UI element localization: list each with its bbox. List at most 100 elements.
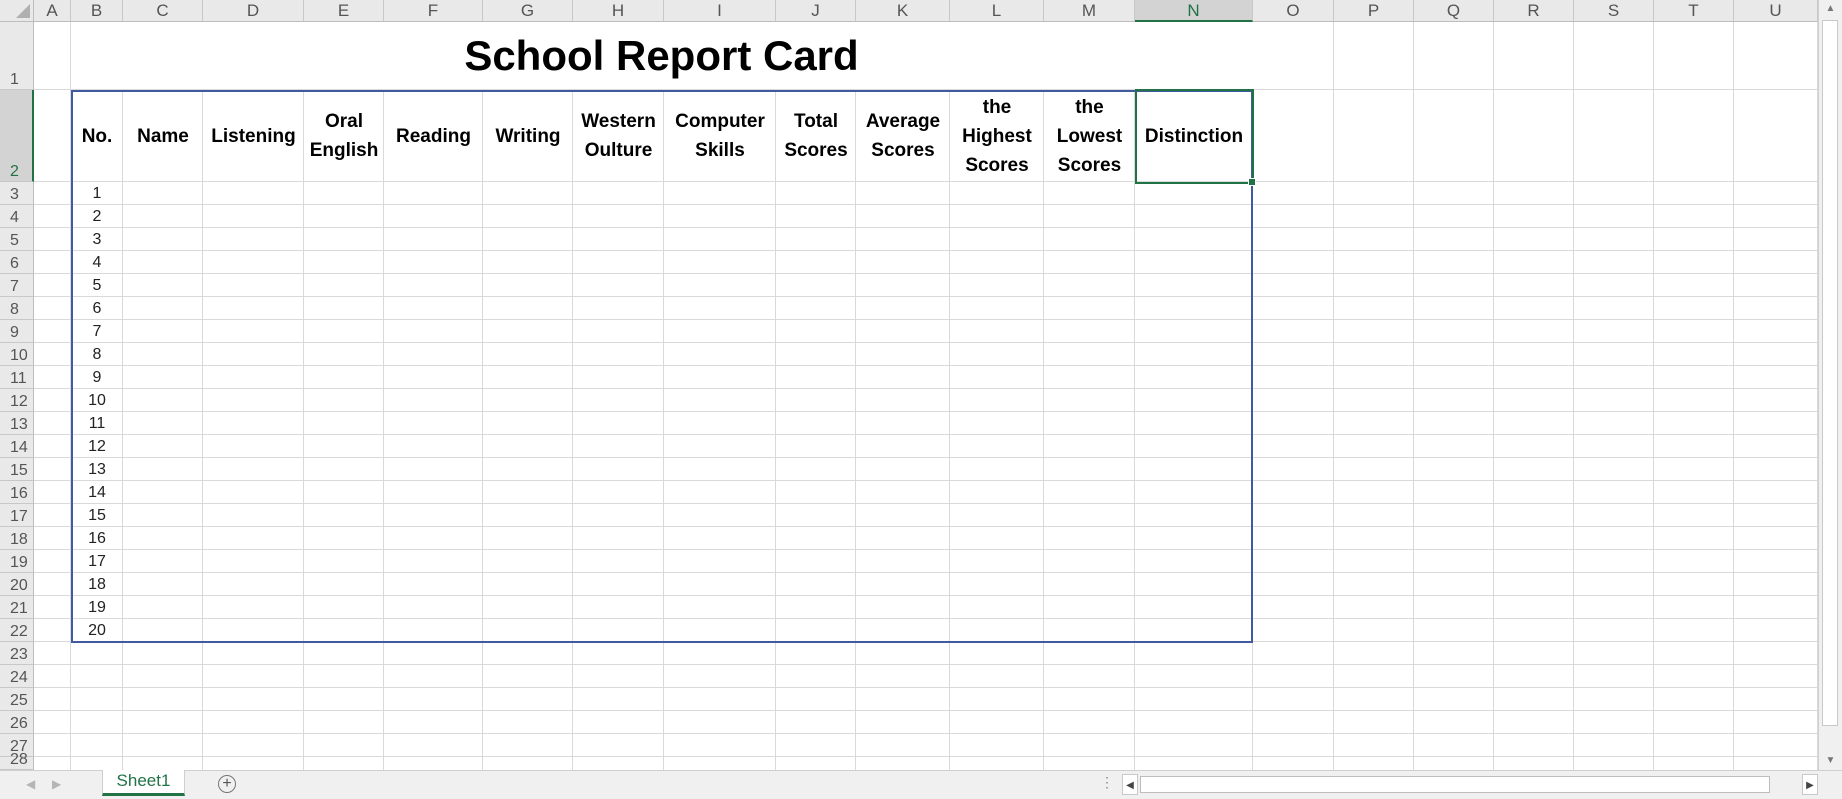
- splitter-handle-icon[interactable]: ⋮: [1100, 774, 1114, 791]
- row-header-23[interactable]: 23: [0, 642, 34, 665]
- column-header-e[interactable]: E: [304, 0, 384, 22]
- row-header-label: 16: [10, 485, 28, 502]
- header-cell-n[interactable]: Distinction: [1135, 90, 1253, 182]
- row-header-14[interactable]: 14: [0, 435, 34, 458]
- column-header-l[interactable]: L: [950, 0, 1044, 22]
- column-header-j[interactable]: J: [776, 0, 856, 22]
- scroll-down-icon[interactable]: ▼: [1819, 752, 1842, 770]
- number-cell[interactable]: 13: [71, 458, 123, 481]
- header-cell-e[interactable]: Oral English: [304, 90, 384, 182]
- number-cell[interactable]: 6: [71, 297, 123, 320]
- row-header-9[interactable]: 9: [0, 320, 34, 343]
- column-header-f[interactable]: F: [384, 0, 483, 22]
- header-cell-l[interactable]: the Highest Scores: [950, 90, 1044, 182]
- number-cell[interactable]: 20: [71, 619, 123, 642]
- column-header-p[interactable]: P: [1334, 0, 1414, 22]
- column-header-u[interactable]: U: [1734, 0, 1818, 22]
- column-header-o[interactable]: O: [1253, 0, 1334, 22]
- row-header-21[interactable]: 21: [0, 596, 34, 619]
- row-header-11[interactable]: 11: [0, 366, 34, 389]
- row-header-17[interactable]: 17: [0, 504, 34, 527]
- row-header-19[interactable]: 19: [0, 550, 34, 573]
- scroll-right-icon[interactable]: ▶: [1802, 774, 1818, 795]
- number-cell[interactable]: 19: [71, 596, 123, 619]
- scroll-left-icon[interactable]: ◀: [1122, 774, 1138, 795]
- column-header-k[interactable]: K: [856, 0, 950, 22]
- number-cell[interactable]: 5: [71, 274, 123, 297]
- number-cell[interactable]: 18: [71, 573, 123, 596]
- prev-sheet-icon[interactable]: ◀: [26, 777, 35, 791]
- column-header-g[interactable]: G: [483, 0, 573, 22]
- column-header-i[interactable]: I: [664, 0, 776, 22]
- row-header-13[interactable]: 13: [0, 412, 34, 435]
- row-header-label: 22: [10, 623, 28, 640]
- select-all-corner[interactable]: [0, 0, 34, 22]
- column-header-c[interactable]: C: [123, 0, 203, 22]
- number-cell[interactable]: 15: [71, 504, 123, 527]
- number-cell[interactable]: 7: [71, 320, 123, 343]
- header-cell-f[interactable]: Reading: [384, 90, 483, 182]
- row-header-25[interactable]: 25: [0, 688, 34, 711]
- row-header-16[interactable]: 16: [0, 481, 34, 504]
- row-header-28[interactable]: 28: [0, 751, 34, 770]
- header-cell-b[interactable]: No.: [71, 90, 123, 182]
- row-header-8[interactable]: 8: [0, 297, 34, 320]
- plus-circle-icon[interactable]: +: [218, 775, 236, 793]
- horizontal-scrollbar[interactable]: ◀ ▶: [1122, 774, 1818, 795]
- row-header-15[interactable]: 15: [0, 458, 34, 481]
- number-cell[interactable]: 10: [71, 389, 123, 412]
- column-header-t[interactable]: T: [1654, 0, 1734, 22]
- row-header-1[interactable]: 1: [0, 22, 34, 90]
- sheet-tab-sheet1[interactable]: Sheet1: [102, 770, 185, 796]
- row-header-18[interactable]: 18: [0, 527, 34, 550]
- header-text-line: Name: [137, 125, 189, 147]
- header-cell-g[interactable]: Writing: [483, 90, 573, 182]
- column-header-m[interactable]: M: [1044, 0, 1135, 22]
- vertical-scrollbar[interactable]: ▲ ▼: [1818, 0, 1842, 770]
- number-cell[interactable]: 17: [71, 550, 123, 573]
- number-cell[interactable]: 1: [71, 182, 123, 205]
- column-header-d[interactable]: D: [203, 0, 304, 22]
- row-header-10[interactable]: 10: [0, 343, 34, 366]
- row-header-6[interactable]: 6: [0, 251, 34, 274]
- column-header-n[interactable]: N: [1135, 0, 1253, 22]
- horizontal-scroll-thumb[interactable]: [1140, 776, 1770, 793]
- next-sheet-icon[interactable]: ▶: [52, 777, 61, 791]
- column-header-q[interactable]: Q: [1414, 0, 1494, 22]
- row-header-22[interactable]: 22: [0, 619, 34, 642]
- number-cell[interactable]: 9: [71, 366, 123, 389]
- header-cell-c[interactable]: Name: [123, 90, 203, 182]
- spreadsheet-grid[interactable]: School Report Card No. Name Listening Oral E…: [0, 0, 1842, 770]
- number-cell[interactable]: 2: [71, 205, 123, 228]
- row-header-12[interactable]: 12: [0, 389, 34, 412]
- number-cell[interactable]: 8: [71, 343, 123, 366]
- column-header-s[interactable]: S: [1574, 0, 1654, 22]
- header-cell-j[interactable]: Total Scores: [776, 90, 856, 182]
- column-header-h[interactable]: H: [573, 0, 664, 22]
- row-header-3[interactable]: 3: [0, 182, 34, 205]
- row-header-4[interactable]: 4: [0, 205, 34, 228]
- row-header-5[interactable]: 5: [0, 228, 34, 251]
- row-header-24[interactable]: 24: [0, 665, 34, 688]
- number-cell[interactable]: 14: [71, 481, 123, 504]
- row-header-7[interactable]: 7: [0, 274, 34, 297]
- column-header-a[interactable]: A: [34, 0, 71, 22]
- number-cell[interactable]: 12: [71, 435, 123, 458]
- number-cell[interactable]: 4: [71, 251, 123, 274]
- sheet-title[interactable]: School Report Card: [71, 22, 1252, 90]
- scroll-up-icon[interactable]: ▲: [1819, 0, 1842, 18]
- column-header-b[interactable]: B: [71, 0, 123, 22]
- header-cell-h[interactable]: Western Oulture: [573, 90, 664, 182]
- number-cell[interactable]: 11: [71, 412, 123, 435]
- row-header-26[interactable]: 26: [0, 711, 34, 734]
- number-cell[interactable]: 16: [71, 527, 123, 550]
- header-cell-d[interactable]: Listening: [203, 90, 304, 182]
- header-cell-m[interactable]: the Lowest Scores: [1044, 90, 1135, 182]
- header-cell-k[interactable]: Average Scores: [856, 90, 950, 182]
- number-cell[interactable]: 3: [71, 228, 123, 251]
- row-header-2[interactable]: 2: [0, 90, 34, 182]
- row-header-20[interactable]: 20: [0, 573, 34, 596]
- column-header-r[interactable]: R: [1494, 0, 1574, 22]
- header-cell-i[interactable]: Computer Skills: [664, 90, 776, 182]
- vertical-scroll-thumb[interactable]: [1822, 20, 1838, 726]
